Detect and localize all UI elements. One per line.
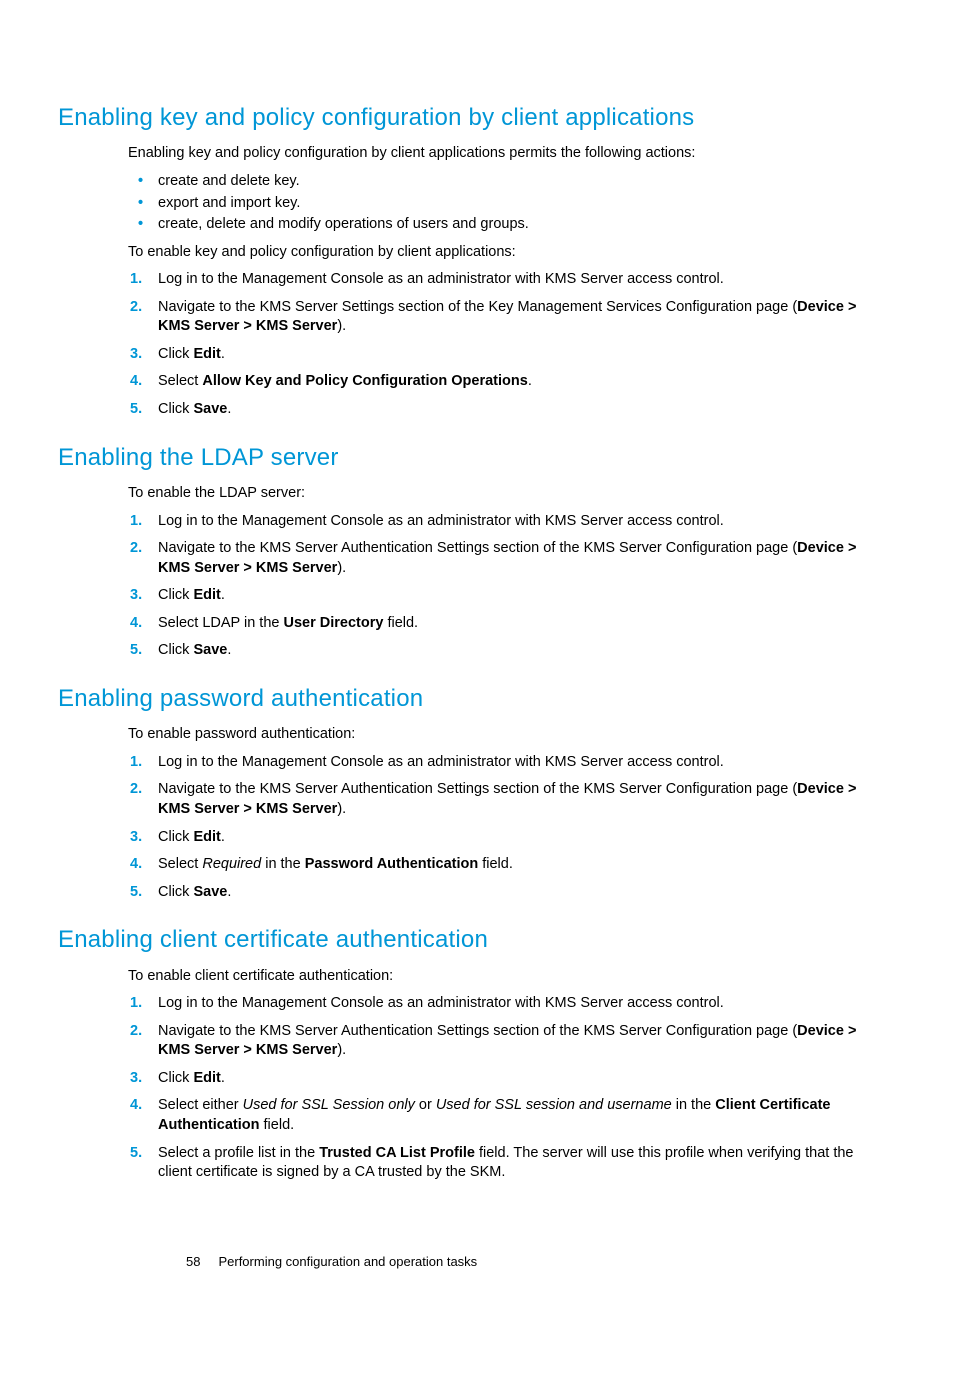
section-intro: Enabling key and policy configuration by… [128,144,886,164]
page-footer: 58 Performing configuration and operation… [186,1253,477,1271]
section-heading: Enabling the LDAP server [58,442,896,474]
footer-title: Performing configuration and operation t… [218,1254,477,1269]
section-heading: Enabling password authentication [58,683,896,715]
step-item: Select Required in the Password Authenti… [128,855,886,875]
step-item: Navigate to the KMS Server Authenticatio… [128,780,886,819]
step-item: Click Edit. [128,828,886,848]
section-heading: Enabling key and policy configuration by… [58,102,896,134]
section-body: To enable password authentication: Log in… [128,725,886,902]
section-lead: To enable client certificate authenticat… [128,967,886,987]
section-lead: To enable key and policy configuration b… [128,243,886,263]
step-item: Click Save. [128,641,886,661]
step-item: Select either Used for SSL Session only … [128,1096,886,1135]
step-item: Click Edit. [128,586,886,606]
step-item: Click Edit. [128,1069,886,1089]
step-item: Navigate to the KMS Server Settings sect… [128,298,886,337]
step-item: Select a profile list in the Trusted CA … [128,1144,886,1183]
step-item: Log in to the Management Console as an a… [128,753,886,773]
section-lead: To enable password authentication: [128,725,886,745]
step-item: Select Allow Key and Policy Configuratio… [128,372,886,392]
section-heading: Enabling client certificate authenticati… [58,924,896,956]
step-item: Log in to the Management Console as an a… [128,512,886,532]
step-item: Click Edit. [128,345,886,365]
step-item: Select LDAP in the User Directory field. [128,614,886,634]
step-item: Log in to the Management Console as an a… [128,994,886,1014]
step-item: Log in to the Management Console as an a… [128,270,886,290]
step-item: Click Save. [128,883,886,903]
section-body: Enabling key and policy configuration by… [128,144,886,419]
step-item: Click Save. [128,400,886,420]
page-number: 58 [186,1253,200,1271]
bullet-item: create, delete and modify operations of … [128,215,886,235]
section-body: To enable the LDAP server: Log in to the … [128,484,886,661]
step-item: Navigate to the KMS Server Authenticatio… [128,539,886,578]
step-list: Log in to the Management Console as an a… [128,994,886,1183]
step-item: Navigate to the KMS Server Authenticatio… [128,1022,886,1061]
step-list: Log in to the Management Console as an a… [128,512,886,661]
section-lead: To enable the LDAP server: [128,484,886,504]
step-list: Log in to the Management Console as an a… [128,753,886,902]
bullet-list: create and delete key.export and import … [128,172,886,235]
step-list: Log in to the Management Console as an a… [128,270,886,419]
bullet-item: create and delete key. [128,172,886,192]
section-body: To enable client certificate authenticat… [128,967,886,1183]
bullet-item: export and import key. [128,194,886,214]
